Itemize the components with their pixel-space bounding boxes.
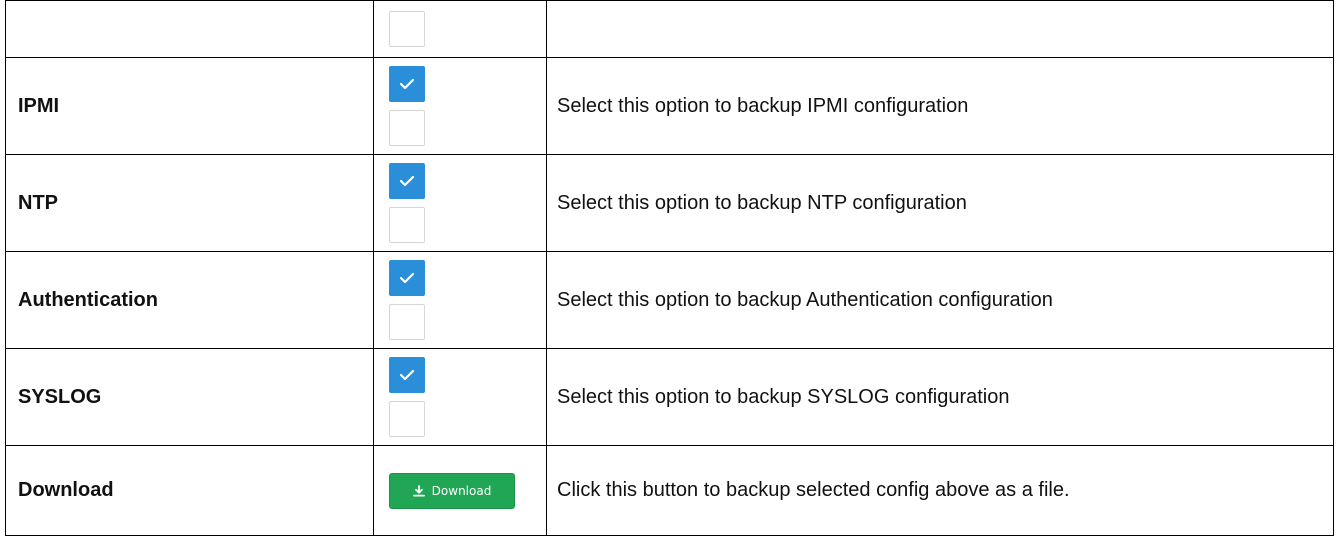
checkmark-icon: [399, 78, 415, 90]
option-cell: Download: [373, 445, 547, 536]
table-row-download: Download Download Click this button to b…: [5, 445, 1334, 536]
ipmi-checkbox-unchecked[interactable]: [389, 110, 425, 146]
download-description: Click this button to backup selected con…: [546, 445, 1334, 536]
ipmi-checkbox-checked[interactable]: [389, 66, 425, 102]
download-button-label: Download: [431, 483, 492, 498]
unchecked-checkbox[interactable]: [389, 11, 425, 47]
syslog-checkbox-unchecked[interactable]: [389, 401, 425, 437]
download-button[interactable]: Download: [389, 472, 515, 509]
config-backup-table: IPMI Select this option to backup IPMI c…: [5, 0, 1334, 536]
option-name: NTP: [5, 154, 374, 252]
table-row-ntp: NTP Select this option to backup NTP con…: [5, 154, 1334, 252]
option-cell: [373, 348, 547, 446]
checkmark-icon: [399, 175, 415, 187]
table-row-syslog: SYSLOG Select this option to backup SYSL…: [5, 348, 1334, 446]
empty-description-cell: [546, 0, 1334, 58]
option-cell: [373, 251, 547, 349]
checkmark-icon: [399, 272, 415, 284]
authentication-checkbox-unchecked[interactable]: [389, 304, 425, 340]
option-cell: [373, 57, 547, 155]
table-row-top: [5, 0, 1334, 58]
table-row-ipmi: IPMI Select this option to backup IPMI c…: [5, 57, 1334, 155]
empty-name-cell: [5, 0, 374, 58]
checkmark-icon: [399, 369, 415, 381]
option-cell: [373, 0, 547, 58]
syslog-checkbox-checked[interactable]: [389, 357, 425, 393]
option-description: Select this option to backup NTP configu…: [546, 154, 1334, 252]
ntp-checkbox-unchecked[interactable]: [389, 207, 425, 243]
download-icon: [412, 484, 425, 496]
option-name: IPMI: [5, 57, 374, 155]
option-name: SYSLOG: [5, 348, 374, 446]
authentication-checkbox-checked[interactable]: [389, 260, 425, 296]
option-description: Select this option to backup Authenticat…: [546, 251, 1334, 349]
option-description: Select this option to backup SYSLOG conf…: [546, 348, 1334, 446]
ntp-checkbox-checked[interactable]: [389, 163, 425, 199]
option-cell: [373, 154, 547, 252]
option-description: Select this option to backup IPMI config…: [546, 57, 1334, 155]
table-row-authentication: Authentication Select this option to bac…: [5, 251, 1334, 349]
download-name: Download: [5, 445, 374, 536]
option-name: Authentication: [5, 251, 374, 349]
